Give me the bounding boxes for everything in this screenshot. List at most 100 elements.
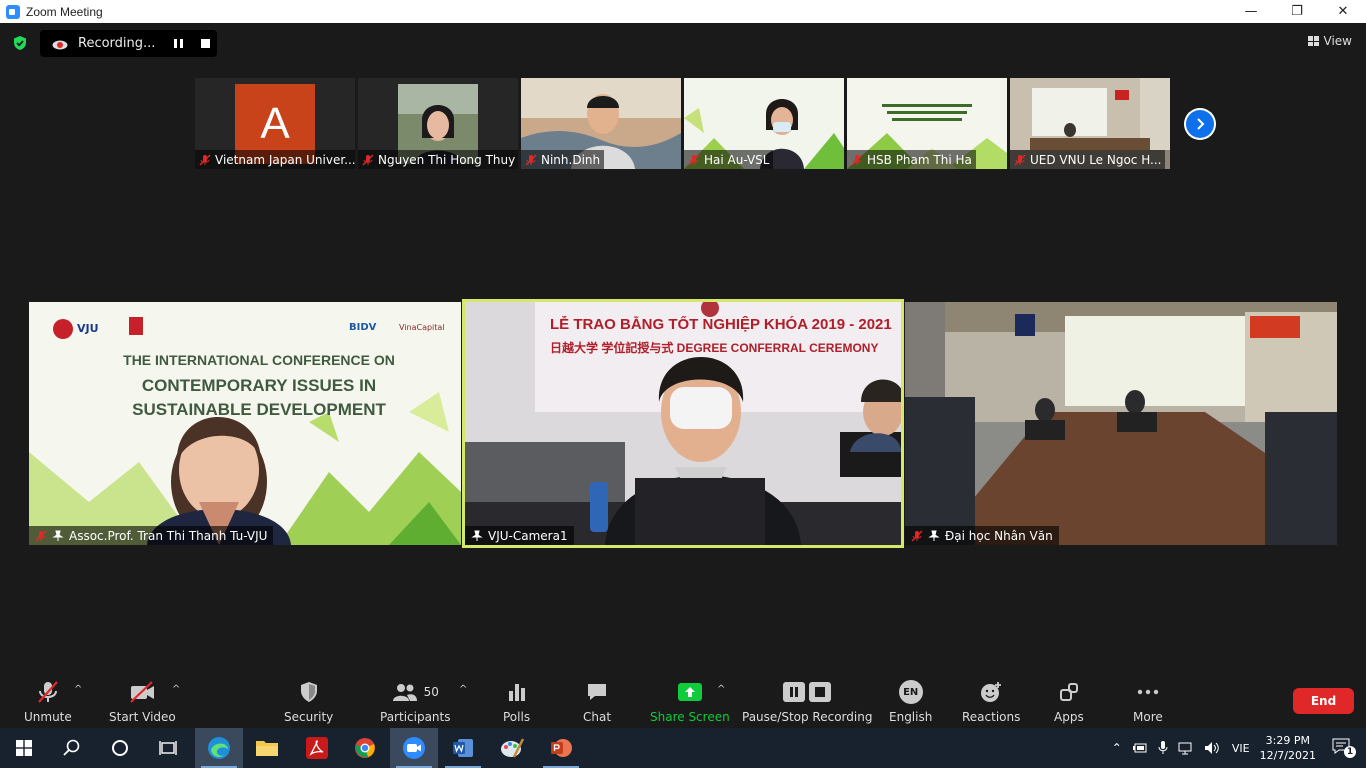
taskbar-chrome[interactable] [341,728,389,768]
video-tile[interactable]: Đại học Nhân Văn [905,302,1337,545]
clock-time: 3:29 PM [1265,734,1310,747]
pause-stop-recording-label: Pause/Stop Recording [742,710,873,724]
edge-browser-icon [208,737,230,759]
participant-name-tag: UED VNU Le Ngoc H... [1010,150,1166,169]
muted-mic-icon [35,530,47,541]
participant-name: Đại học Nhân Văn [945,528,1053,543]
participant-name: Nguyen Thi Hong Thuy [378,152,516,167]
task-view-icon [159,741,177,755]
taskbar-powerpoint[interactable] [537,728,585,768]
search-icon [63,739,80,756]
taskbar-search-button[interactable] [48,728,96,768]
chat-button[interactable]: Chat [583,680,611,724]
participant-thumbnail[interactable]: Nguyen Thi Hong Thuy [358,78,518,169]
participant-thumbnail[interactable]: HSB Pham Thi Ha [847,78,1007,169]
view-button[interactable]: View [1307,34,1352,48]
pin-icon [471,530,483,541]
volume-icon[interactable] [1204,741,1220,755]
action-center-button[interactable]: 1 [1332,738,1356,758]
muted-mic-icon [688,154,700,165]
participant-thumbnail[interactable]: Hai Au-VSL [684,78,844,169]
participant-name-tag: VJU-Camera1 [465,526,574,545]
taskbar-paint[interactable] [488,728,536,768]
unmute-label: Unmute [24,710,72,724]
share-options-caret-icon[interactable]: ^ [717,684,725,695]
participant-thumbnail[interactable]: UED VNU Le Ngoc H... [1010,78,1170,169]
audio-options-caret-icon[interactable]: ^ [74,684,82,695]
taskbar-acrobat[interactable] [293,728,341,768]
minimize-button[interactable]: — [1228,0,1274,23]
unmute-button[interactable]: Unmute [24,680,72,724]
reactions-button[interactable]: Reactions [962,680,1020,724]
muted-mic-icon [199,154,211,165]
taskbar-file-explorer[interactable] [243,728,291,768]
share-screen-icon [677,683,702,701]
next-page-button[interactable] [1184,108,1216,140]
grid-view-icon [1307,36,1319,46]
chat-icon [588,684,607,700]
start-video-button[interactable]: Start Video [109,680,176,724]
muted-mic-icon [38,681,58,703]
taskbar-zoom[interactable] [390,728,438,768]
window-controls: — ❐ ✕ [1228,0,1366,23]
microphone-icon[interactable] [1158,741,1168,755]
cortana-circle-icon [112,740,128,756]
language-icon: EN [898,680,923,704]
participant-thumbnail[interactable]: A Vietnam Japan Univer... [195,78,355,169]
language-interpretation-button[interactable]: EN English [889,680,932,724]
stop-icon [809,682,832,702]
banner-line: 日越大学 学位記授与式 DEGREE CONFERRAL CEREMONY [550,341,879,355]
participant-name: Assoc.Prof. Tran Thi Thanh Tu-VJU [69,528,268,543]
battery-icon[interactable] [1132,742,1148,754]
taskbar-clock[interactable]: 3:29 PM 12/7/2021 [1260,733,1316,763]
conference-logo-vju: VJU [77,322,99,335]
participant-name-tag: Hai Au-VSL [684,150,774,169]
maximize-button[interactable]: ❐ [1274,0,1320,23]
pdf-reader-icon [306,737,328,759]
cortana-button[interactable] [96,728,144,768]
end-meeting-button[interactable]: End [1293,688,1354,714]
task-view-button[interactable] [144,728,192,768]
more-button[interactable]: More [1133,680,1163,724]
participant-name-tag: HSB Pham Thi Ha [847,150,976,169]
participants-options-caret-icon[interactable]: ^ [459,684,467,695]
participant-name: Ninh.Dinh [541,152,601,167]
show-hidden-icons-button[interactable]: ⌃ [1112,741,1122,755]
participants-count: 50 [423,685,439,699]
participants-button[interactable]: 50 Participants [380,680,451,724]
participant-thumbnail-strip: A Vietnam Japan Univer... Nguyen Thi Hon… [195,78,1170,169]
more-label: More [1133,710,1163,724]
input-language[interactable]: VIE [1232,742,1250,755]
muted-mic-icon [851,154,863,165]
start-button[interactable] [0,728,48,768]
windows-logo-icon [16,740,32,756]
close-button[interactable]: ✕ [1320,0,1366,23]
video-tile[interactable]: VJU BIDV VinaCapital THE INTERNATIONAL C… [29,302,461,545]
taskbar-word[interactable] [439,728,487,768]
network-icon[interactable] [1178,741,1194,755]
pause-recording-icon[interactable] [174,39,183,48]
security-button[interactable]: Security [284,680,333,724]
apps-button[interactable]: Apps [1054,680,1084,724]
encryption-shield-icon[interactable] [12,35,28,51]
polls-icon [508,684,525,701]
polls-button[interactable]: Polls [503,680,530,724]
stop-recording-icon[interactable] [201,39,210,48]
banner-line: THE INTERNATIONAL CONFERENCE ON [123,352,395,368]
video-tile-active-speaker[interactable]: LỄ TRAO BẰNG TỐT NGHIỆP KHÓA 2019 - 2021… [462,299,904,548]
pause-stop-recording-button[interactable]: Pause/Stop Recording [742,680,872,724]
conference-banner: THE INTERNATIONAL CONFERENCE ON CONTEMPO… [79,352,439,420]
muted-mic-icon [525,154,537,165]
reactions-label: Reactions [962,710,1021,724]
participant-name-tag: Đại học Nhân Văn [905,526,1059,545]
window-title: Zoom Meeting [26,4,103,19]
apps-label: Apps [1054,710,1084,724]
participant-video [905,302,1337,545]
muted-mic-icon [1014,154,1026,165]
taskbar-edge[interactable] [195,728,243,768]
video-options-caret-icon[interactable]: ^ [172,684,180,695]
recording-indicator: Recording... [40,30,217,57]
participants-label: Participants [380,710,451,724]
participant-thumbnail[interactable]: Ninh.Dinh [521,78,681,169]
more-icon [1137,689,1159,695]
